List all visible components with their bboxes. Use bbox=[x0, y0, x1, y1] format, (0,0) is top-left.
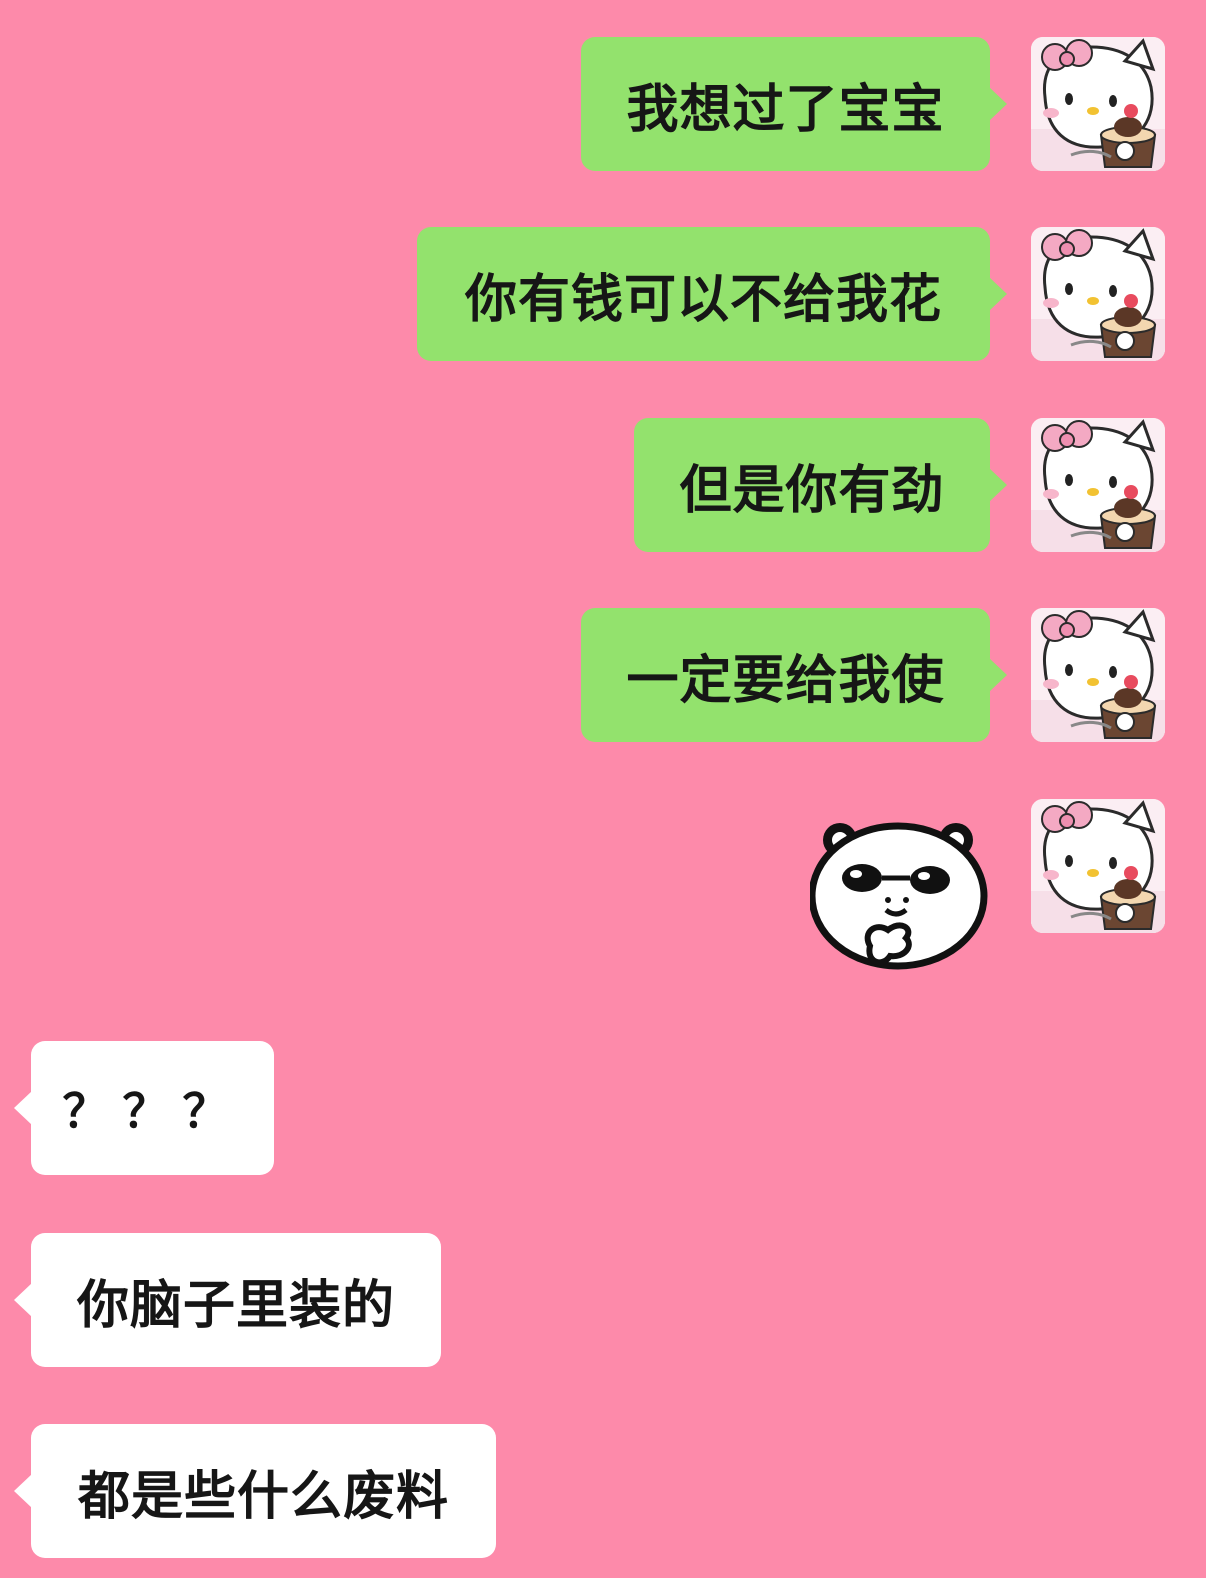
message-text: ？？？ bbox=[62, 1084, 243, 1138]
chat-thread: 我想过了宝宝 你有钱可以不给我花 但是你有劲 一定要给我使 ？？？ 你脑子里装的… bbox=[0, 0, 1206, 1578]
message-text: 一定要给我使 bbox=[626, 650, 945, 711]
hello-kitty-avatar[interactable] bbox=[1031, 227, 1165, 361]
message-text: 你脑子里装的 bbox=[76, 1275, 395, 1336]
panda-sunglasses-sticker[interactable] bbox=[810, 818, 990, 978]
message-text: 我想过了宝宝 bbox=[626, 79, 945, 140]
message-bubble-sent[interactable]: 但是你有劲 bbox=[634, 418, 1007, 552]
message-bubble-sent[interactable]: 你有钱可以不给我花 bbox=[417, 227, 1007, 361]
message-text: 但是你有劲 bbox=[679, 460, 945, 521]
message-bubble-sent[interactable]: 一定要给我使 bbox=[581, 608, 1007, 742]
hello-kitty-avatar[interactable] bbox=[1031, 418, 1165, 552]
hello-kitty-avatar[interactable] bbox=[1031, 37, 1165, 171]
message-text: 你有钱可以不给我花 bbox=[464, 269, 942, 330]
message-bubble-sent[interactable]: 我想过了宝宝 bbox=[581, 37, 1007, 171]
hello-kitty-avatar[interactable] bbox=[1031, 608, 1165, 742]
message-bubble-received[interactable]: ？？？ bbox=[14, 1041, 274, 1175]
message-text: 都是些什么废料 bbox=[77, 1466, 449, 1527]
hello-kitty-avatar[interactable] bbox=[1031, 799, 1165, 933]
message-bubble-received[interactable]: 你脑子里装的 bbox=[14, 1233, 441, 1367]
message-bubble-received[interactable]: 都是些什么废料 bbox=[14, 1424, 496, 1558]
